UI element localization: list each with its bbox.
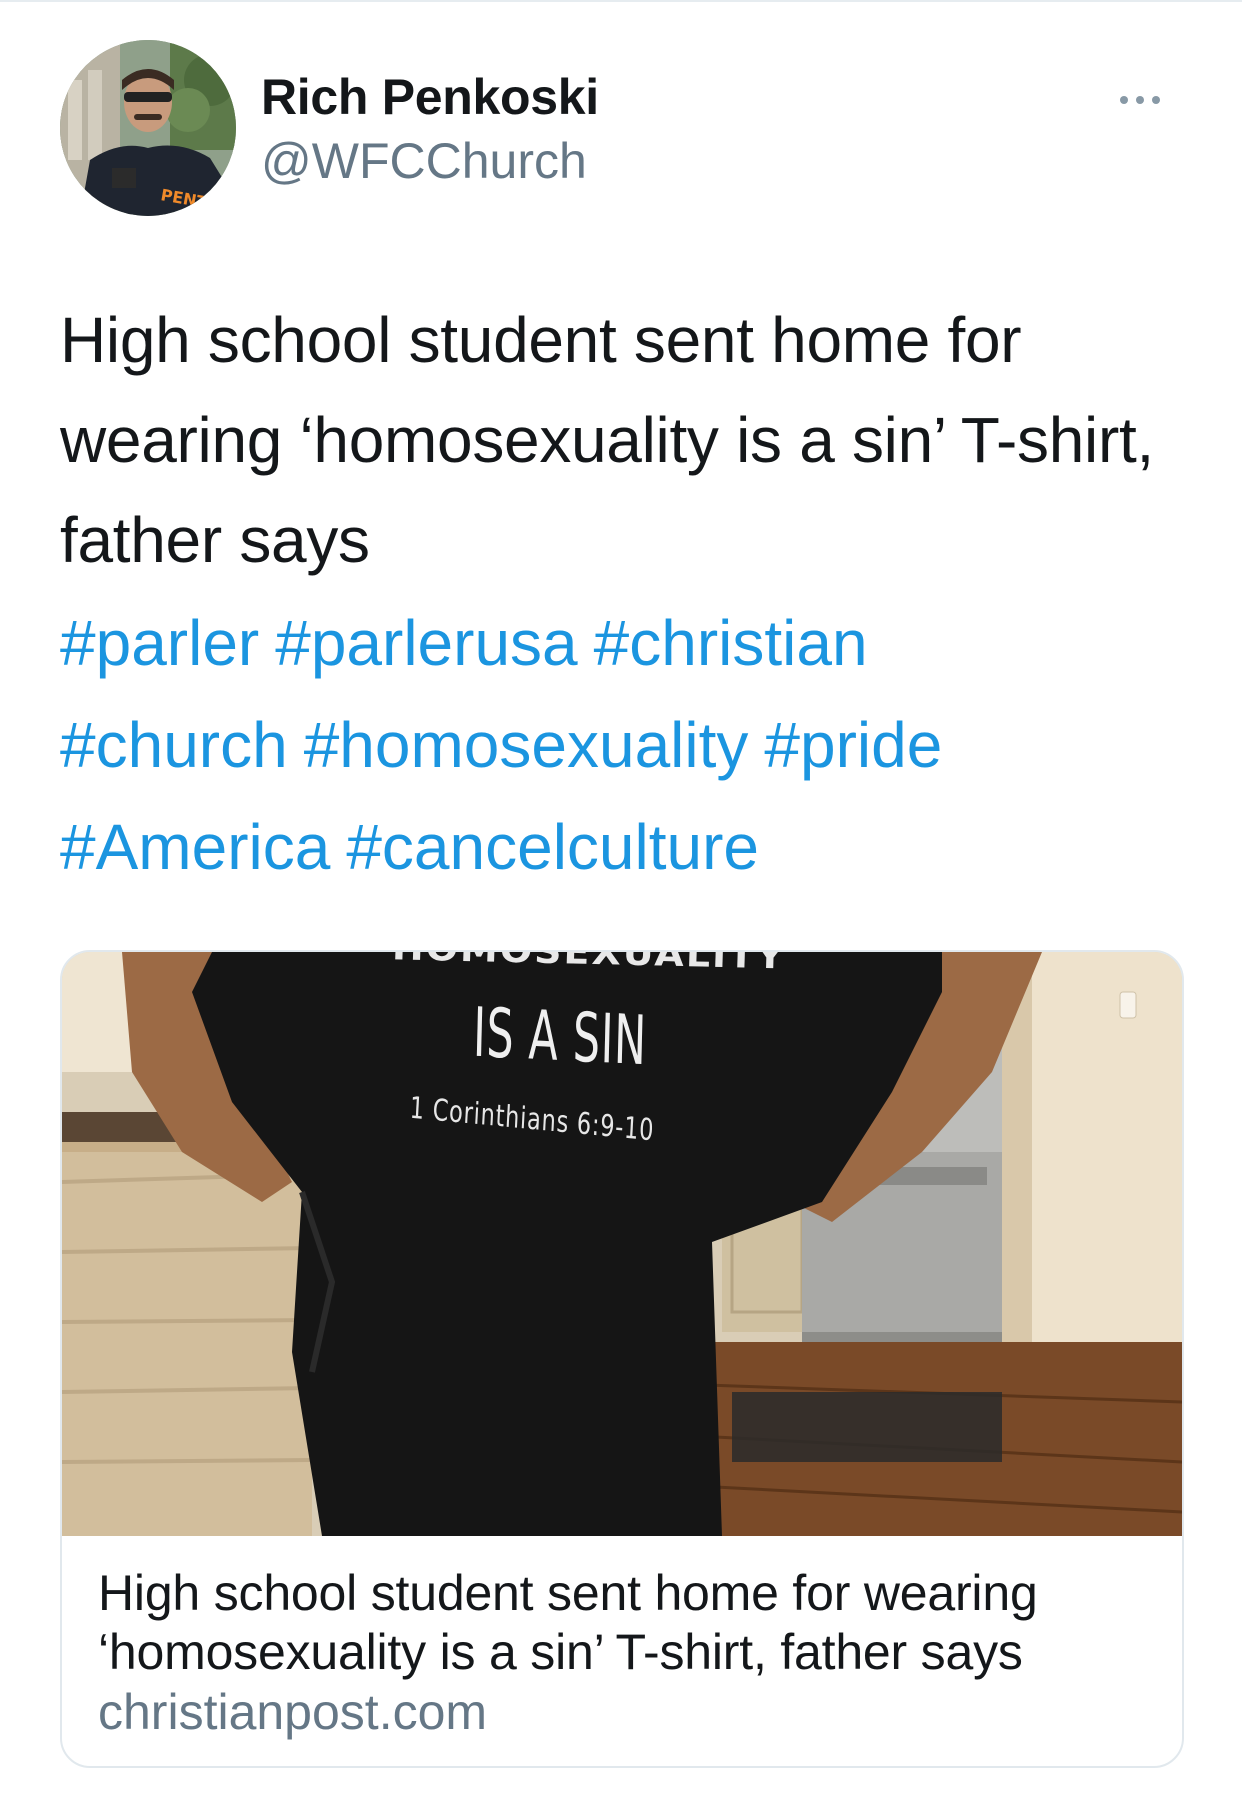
shirt-text-line: IS A SIN: [472, 993, 648, 1082]
card-image[interactable]: HOMOSEXUALITY IS A SIN 1 Corinthians 6:9…: [62, 952, 1182, 1536]
card-title[interactable]: High school student sent home for wearin…: [98, 1564, 1148, 1682]
hashtag-link[interactable]: #pride: [764, 709, 942, 781]
tweet-text: High school student sent home for wearin…: [60, 304, 1154, 576]
hashtag-link[interactable]: #church: [60, 709, 288, 781]
more-dot: [1136, 96, 1144, 104]
more-dot: [1120, 96, 1128, 104]
author-name[interactable]: Rich Penkoski: [261, 68, 599, 126]
more-dot: [1152, 96, 1160, 104]
shirt-text-line: 1 Corinthians 6:9-10: [408, 1090, 656, 1149]
hashtag-link[interactable]: #cancelculture: [346, 811, 759, 883]
hashtag-link[interactable]: #parler: [60, 607, 259, 679]
more-horizontal-icon[interactable]: [1110, 80, 1170, 120]
hashtag-link[interactable]: #homosexuality: [304, 709, 749, 781]
hashtag-link[interactable]: #America: [60, 811, 330, 883]
tweet-hashtags: #parler #parlerusa #christian #church #homo…: [60, 592, 1182, 898]
link-preview-card[interactable]: HOMOSEXUALITY IS A SIN 1 Corinthians 6:9…: [60, 950, 1184, 1768]
card-domain: christianpost.com: [98, 1684, 488, 1740]
tweet-header: PENT Rich Penkoski @WFCChurch: [60, 40, 1182, 216]
top-divider: [0, 0, 1242, 2]
card-info: High school student sent home for wearin…: [98, 1564, 1148, 1742]
shirt-text: HOMOSEXUALITY IS A SIN 1 Corinthians 6:9…: [62, 952, 1182, 1536]
hashtag-link[interactable]: #parlerusa: [275, 607, 577, 679]
avatar[interactable]: PENT: [60, 40, 236, 216]
author-handle[interactable]: @WFCChurch: [261, 132, 587, 190]
shirt-text-line: HOMOSEXUALITY: [391, 952, 787, 977]
hashtag-link[interactable]: #christian: [594, 607, 868, 679]
avatar-photo: PENT: [60, 40, 236, 216]
